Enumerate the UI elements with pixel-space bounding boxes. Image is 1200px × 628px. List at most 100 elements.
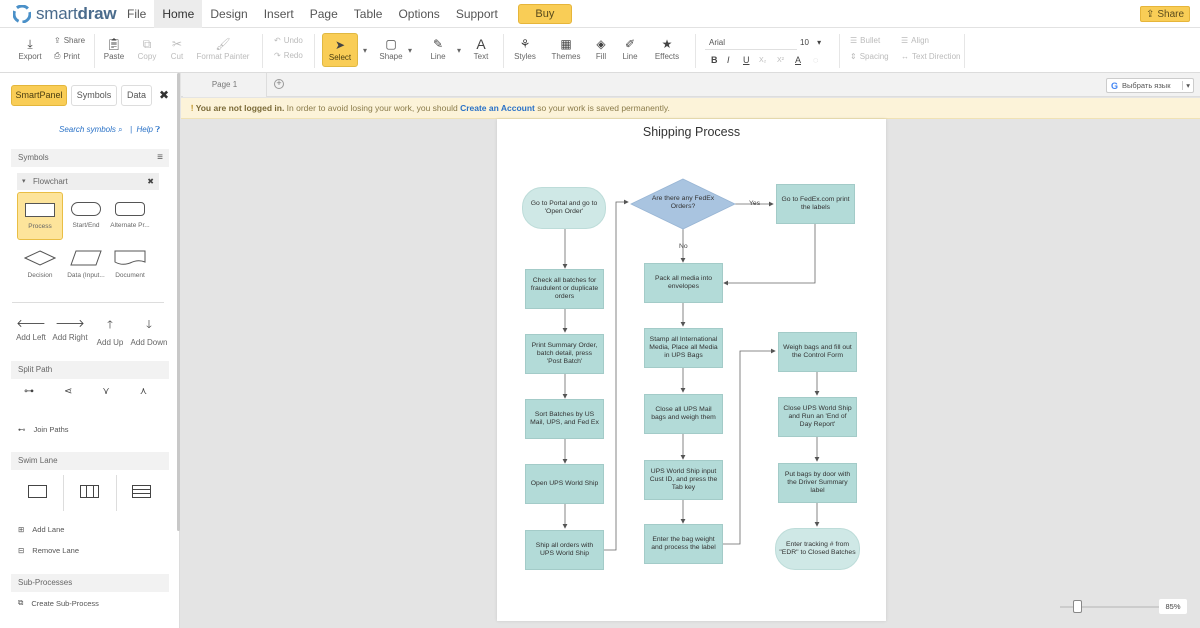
node-print-summary[interactable]: Print Summary Order, batch detail, press… (525, 334, 604, 374)
add-left-button[interactable]: 🡐 Add Left (15, 316, 47, 342)
node-fedex-print-labels[interactable]: Go to FedEx.com print the labels (776, 184, 855, 224)
text-shape-icon[interactable]: ◌ (813, 55, 827, 65)
print-button[interactable]: ⎙ Print (54, 51, 80, 61)
menu-hamburger-icon[interactable]: ≡ (157, 149, 163, 167)
buy-button[interactable]: Buy (517, 3, 572, 24)
symbol-decision[interactable]: Decision (17, 240, 63, 288)
menu-design[interactable]: Design (202, 0, 255, 28)
node-put-bags-by-door[interactable]: Put bags by door with the Driver Summary… (778, 463, 857, 503)
node-enter-tracking[interactable]: Enter tracking # from "EDR" to Closed Ba… (775, 528, 860, 570)
undo-button[interactable]: ↶ Undo (274, 36, 303, 45)
italic-button[interactable]: I (727, 55, 743, 65)
align-button[interactable]: ☰ Align (901, 36, 929, 45)
copy-button[interactable]: ⧉ Copy (136, 36, 158, 61)
create-account-link[interactable]: Create an Account (460, 103, 535, 113)
library-header-flowchart[interactable]: ▾ Flowchart ✖ (17, 173, 159, 190)
symbol-process[interactable]: Process (17, 192, 63, 240)
symbols-section-header[interactable]: Symbols ≡ (11, 149, 169, 167)
bullet-button[interactable]: ☰ Bullet (850, 36, 880, 45)
effects-button[interactable]: ★ Effects (653, 36, 681, 61)
smartdraw-logo[interactable]: smartdraw (0, 4, 118, 24)
menu-support[interactable]: Support (448, 0, 506, 28)
swim-lane-horizontal-icon[interactable] (28, 485, 47, 498)
menu-file[interactable]: File (119, 0, 154, 28)
node-ship-orders[interactable]: Ship all orders with UPS World Ship (525, 530, 604, 570)
split-path-icon-1[interactable]: ⊶ (24, 386, 64, 397)
tab-data[interactable]: Data (121, 85, 152, 106)
node-sort-batches[interactable]: Sort Batches by US Mail, UPS, and Fed Ex (525, 399, 604, 439)
shape-tool-button[interactable]: ▢ Shape (378, 36, 404, 61)
select-dropdown[interactable]: ▾ (360, 46, 370, 55)
superscript-button[interactable]: X² (777, 57, 795, 64)
fill-button[interactable]: ◈ Fill (591, 36, 611, 61)
zoom-level[interactable]: 85% (1159, 599, 1187, 614)
language-select-button[interactable]: G Выбрать язык ▾ (1106, 78, 1194, 93)
text-direction-button[interactable]: ↔ Text Direction (901, 52, 960, 61)
font-color-button[interactable]: A (795, 55, 813, 65)
node-weigh-bags[interactable]: Weigh bags and fill out the Control Form (778, 332, 857, 372)
add-page-icon[interactable]: + (274, 79, 284, 89)
share-button-top[interactable]: ⇪ Share (1140, 6, 1190, 22)
add-down-button[interactable]: 🡓 Add Down (130, 316, 168, 347)
menu-insert[interactable]: Insert (256, 0, 302, 28)
spacing-button[interactable]: ⇕ Spacing (850, 52, 889, 61)
node-input-cust-id[interactable]: UPS World Ship input Cust ID, and press … (644, 460, 723, 500)
redo-button[interactable]: ↷ Redo (274, 51, 303, 60)
format-painter-button[interactable]: 🖌︎ Format Painter (194, 36, 252, 61)
help-link[interactable]: | Help ❓︎ (130, 125, 160, 135)
node-go-to-portal[interactable]: Go to Portal and go to 'Open Order' (522, 187, 606, 229)
cut-button[interactable]: ✂ Cut (166, 36, 188, 61)
tab-smartpanel[interactable]: SmartPanel (11, 85, 67, 106)
node-close-ups-world-ship[interactable]: Close UPS World Ship and Run an 'End of … (778, 397, 857, 437)
export-button[interactable]: ⤓ Export (18, 36, 42, 61)
node-pack-media[interactable]: Pack all media into envelopes (644, 263, 723, 303)
paste-button[interactable]: 📋︎ Paste (103, 36, 125, 61)
font-size-select[interactable]: 10 ▾ (800, 36, 828, 50)
menu-table[interactable]: Table (346, 0, 391, 28)
join-paths-button[interactable]: ⊷ Join Paths (18, 425, 69, 434)
close-library-icon[interactable]: ✖ (147, 173, 154, 190)
search-symbols-link[interactable]: Search symbols ⌕ (59, 125, 123, 135)
swim-lane-rows-icon[interactable] (132, 485, 151, 498)
add-lane-button[interactable]: ⊞ Add Lane (18, 525, 64, 534)
symbol-document[interactable]: Document (107, 240, 153, 288)
menu-options[interactable]: Options (390, 0, 447, 28)
tab-symbols[interactable]: Symbols (71, 85, 117, 106)
menu-page[interactable]: Page (302, 0, 346, 28)
split-path-icon-4[interactable]: ⋏ (140, 386, 177, 397)
font-family-select[interactable]: Arial (705, 36, 797, 50)
page-tab-1[interactable]: Page 1 (183, 73, 267, 97)
shape-dropdown[interactable]: ▾ (405, 46, 415, 55)
symbol-alternate-process[interactable]: Alternate Pr... (107, 192, 153, 240)
line-tool-button[interactable]: ✎ Line (426, 36, 450, 61)
symbol-start-end[interactable]: Start/End (63, 192, 109, 240)
line-dropdown[interactable]: ▾ (454, 46, 464, 55)
node-check-batches[interactable]: Check all batches for fraudulent or dupl… (525, 269, 604, 309)
split-path-icon-3[interactable]: ⋎ (102, 386, 139, 397)
create-sub-process-button[interactable]: ⧉ Create Sub-Process (18, 598, 99, 608)
remove-lane-button[interactable]: ⊟ Remove Lane (18, 546, 79, 555)
menu-home[interactable]: Home (154, 0, 203, 28)
styles-button[interactable]: ⚘ Styles (512, 36, 538, 61)
subscript-button[interactable]: X₂ (759, 57, 777, 64)
node-close-mail-bags[interactable]: Close all UPS Mail bags and weigh them (644, 394, 723, 434)
panel-scrollbar[interactable] (177, 73, 180, 531)
symbol-data-input[interactable]: Data (Input... (63, 240, 109, 288)
line-style-button[interactable]: ✐ Line (619, 36, 641, 61)
split-path-icon-2[interactable]: ⋖ (64, 386, 102, 397)
add-up-button[interactable]: 🡑 Add Up (94, 316, 126, 347)
bold-button[interactable]: B (711, 55, 727, 65)
node-stamp-media[interactable]: Stamp all International Media, Place all… (644, 328, 723, 368)
node-open-ups-world-ship[interactable]: Open UPS World Ship (525, 464, 604, 504)
swim-lane-columns-icon[interactable] (80, 485, 99, 498)
diagram-page[interactable]: Shipping Process Go to Portal and go to … (497, 119, 886, 621)
close-panel-icon[interactable]: ✖ (159, 88, 169, 102)
select-tool-button[interactable]: ➤ Select (322, 33, 358, 67)
share-button[interactable]: ⇪ Share (54, 36, 85, 45)
node-enter-bag-weight[interactable]: Enter the bag weight and process the lab… (644, 524, 723, 564)
themes-button[interactable]: ▦ Themes (551, 36, 581, 61)
add-right-button[interactable]: 🡒 Add Right (52, 316, 88, 342)
underline-button[interactable]: U (743, 55, 759, 65)
zoom-slider-handle[interactable] (1073, 600, 1082, 613)
text-tool-button[interactable]: A Text (470, 36, 492, 61)
